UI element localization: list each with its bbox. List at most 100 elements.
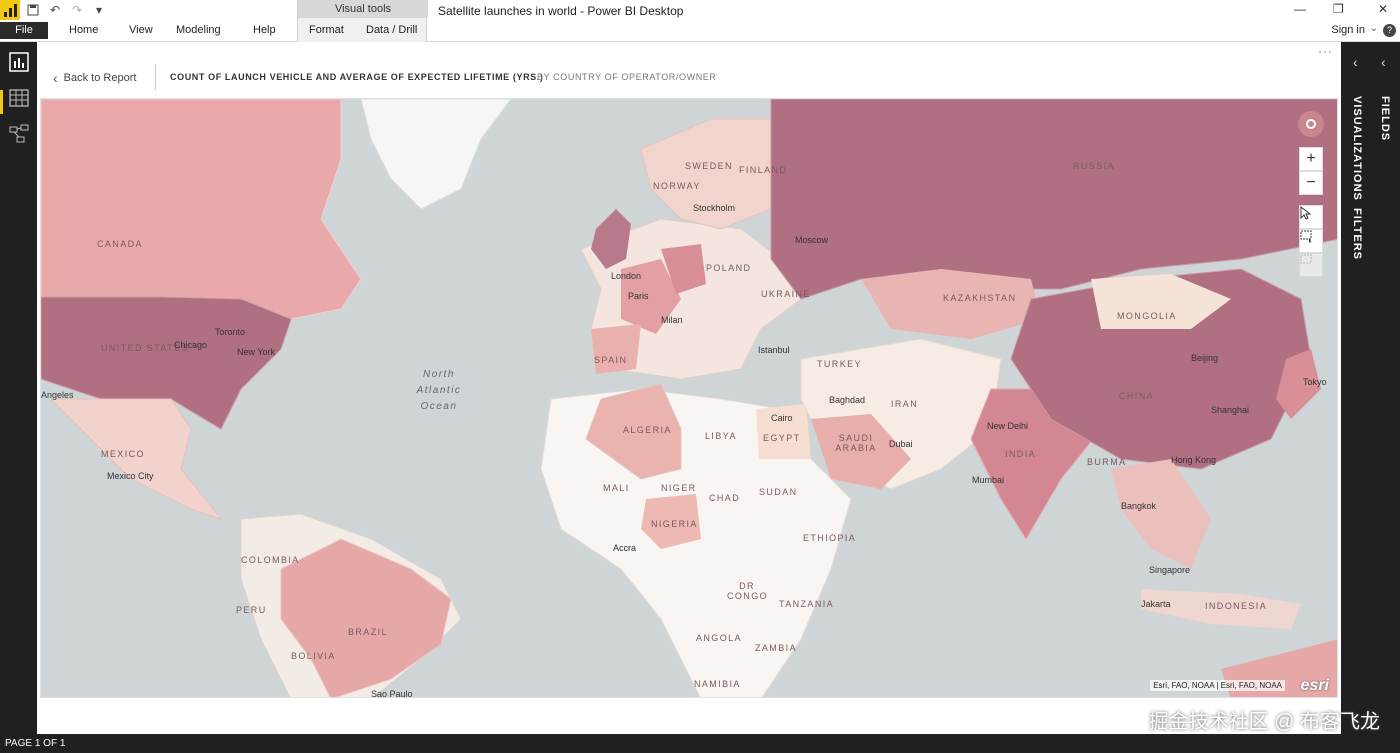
back-to-report-label: Back to Report <box>63 72 137 84</box>
rectangle-select-icon[interactable] <box>1299 229 1323 253</box>
report-view-icon[interactable] <box>9 52 29 72</box>
map-label-brazil: BRAZIL <box>348 627 388 637</box>
header-divider <box>155 64 156 90</box>
map-city-hong-kong: Hong Kong <box>1171 455 1217 465</box>
fields-pane-tab[interactable]: FIELDS <box>1379 96 1391 141</box>
tab-file[interactable]: File <box>0 22 48 39</box>
map-label-niger: NIGER <box>661 483 697 493</box>
save-icon[interactable] <box>24 1 42 19</box>
esri-logo: esri <box>1300 677 1329 694</box>
map-label-spain: SPAIN <box>594 355 628 365</box>
visualizations-pane-tab[interactable]: VISUALIZATIONS <box>1351 96 1363 201</box>
map-attribution: Esri, FAO, NOAA | Esri, FAO, NOAA <box>1150 680 1285 691</box>
undo-icon[interactable]: ↶ <box>46 1 64 19</box>
map-city-london: London <box>611 271 642 281</box>
locate-icon[interactable] <box>1298 111 1324 137</box>
map-label-poland: POLAND <box>706 263 752 273</box>
map-city-moscow: Moscow <box>795 235 829 245</box>
map-city-accra: Accra <box>613 543 637 553</box>
restore-button[interactable]: ❐ <box>1333 2 1344 16</box>
map-label-chad: CHAD <box>709 493 741 503</box>
tab-format[interactable]: Format <box>309 24 344 36</box>
map-label-india: INDIA <box>1005 449 1037 459</box>
customize-toolbar-icon[interactable]: ▾ <box>90 1 108 19</box>
map-label-nigeria: NIGERIA <box>651 519 698 529</box>
expand-fields-icon[interactable]: ‹ <box>1381 54 1386 70</box>
map-label-kazakhstan: KAZAKHSTAN <box>943 293 1017 303</box>
map-city-milan: Milan <box>661 315 683 325</box>
map-label-burma: BURMA <box>1087 457 1127 467</box>
tab-help[interactable]: Help <box>253 24 276 36</box>
map-city-beijing: Beijing <box>1191 353 1219 363</box>
filled-map-visual[interactable]: CANADA UNITED STATES MEXICO COLOMBIA PER… <box>40 98 1338 698</box>
map-label-colombia: COLOMBIA <box>241 555 300 565</box>
map-city-baghdad: Baghdad <box>829 395 866 405</box>
map-city-istanbul: Istanbul <box>758 345 790 355</box>
filters-pane-tab[interactable]: FILTERS <box>1351 208 1363 260</box>
status-bar: PAGE 1 OF 1 <box>0 734 1400 753</box>
map-city-bangkok: Bangkok <box>1121 501 1157 511</box>
map-label-peru: PERU <box>236 605 267 615</box>
tab-home[interactable]: Home <box>69 24 98 36</box>
chevron-down-icon[interactable]: ⌄ <box>1370 23 1378 34</box>
right-panes: ‹ ‹ VISUALIZATIONS FILTERS FIELDS <box>1341 42 1400 734</box>
map-label-mexico: MEXICO <box>101 449 145 459</box>
back-to-report-button[interactable]: ‹ Back to Report <box>53 70 136 86</box>
map-city-paris: Paris <box>628 291 649 301</box>
tab-view[interactable]: View <box>129 24 153 36</box>
expand-visualizations-icon[interactable]: ‹ <box>1353 54 1358 70</box>
map-label-zambia: ZAMBIA <box>755 643 797 653</box>
page-indicator: PAGE 1 OF 1 <box>5 738 66 749</box>
map-city-tokyo: Tokyo <box>1303 377 1327 387</box>
map-city-toronto: Toronto <box>215 327 246 337</box>
tab-modeling[interactable]: Modeling <box>176 24 221 36</box>
map-label-saudi-arabia: SAUDI ARABIA <box>835 433 877 453</box>
zoom-in-button[interactable]: + <box>1299 147 1323 171</box>
map-label-iran: IRAN <box>891 399 919 409</box>
quick-access-toolbar: ↶ ↷ ▾ <box>0 0 108 20</box>
more-options-icon[interactable]: ··· <box>1318 44 1333 58</box>
map-label-china: CHINA <box>1119 391 1155 401</box>
minimize-button[interactable]: — <box>1294 2 1306 16</box>
map-city-singapore: Singapore <box>1149 565 1191 575</box>
map-label-ocean: North Atlantic Ocean <box>416 369 462 412</box>
help-icon[interactable]: ? <box>1383 24 1396 37</box>
map-city-shanghai: Shanghai <box>1211 405 1250 415</box>
window-title: Satellite launches in world - Power BI D… <box>438 4 684 18</box>
map-label-norway: NORWAY <box>653 181 701 191</box>
model-view-icon[interactable] <box>9 124 29 144</box>
left-nav <box>0 42 37 734</box>
map-label-namibia: NAMIBIA <box>694 679 741 689</box>
ribbon: ↶ ↷ ▾ Visual tools Satellite launches in… <box>0 0 1400 42</box>
tab-data-drill[interactable]: Data / Drill <box>366 24 417 36</box>
map-city-jakarta: Jakarta <box>1141 599 1171 609</box>
map-city-mexico-city: Mexico City <box>107 471 154 481</box>
map-label-ethiopia: ETHIOPIA <box>803 533 857 543</box>
pointer-select-icon[interactable] <box>1299 205 1323 229</box>
data-view-icon[interactable] <box>9 88 29 108</box>
map-city-stockholm: Stockholm <box>693 203 736 213</box>
visual-title: COUNT OF LAUNCH VEHICLE AND AVERAGE OF E… <box>170 72 544 82</box>
map-label-mongolia: MONGOLIA <box>1117 311 1177 321</box>
map-label-bolivia: BOLIVIA <box>291 651 336 661</box>
map-label-libya: LIBYA <box>705 431 737 441</box>
map-label-indonesia: INDONESIA <box>1205 601 1268 611</box>
map-city-angeles: Angeles <box>41 390 74 400</box>
chevron-left-icon: ‹ <box>53 70 58 86</box>
map-city-dubai: Dubai <box>889 439 913 449</box>
map-city-chicago: Chicago <box>174 340 208 350</box>
map-label-mali: MALI <box>603 483 630 493</box>
lasso-select-icon[interactable] <box>1299 253 1323 277</box>
map-label-angola: ANGOLA <box>696 633 742 643</box>
map-city-new-delhi: New Delhi <box>987 421 1029 431</box>
watermark: 掘金技术社区 @ 布客飞龙 <box>1148 711 1380 733</box>
sign-in-link[interactable]: Sign in <box>1331 24 1365 36</box>
map-label-turkey: TURKEY <box>817 359 862 369</box>
close-button[interactable]: ✕ <box>1378 2 1388 16</box>
map-label-dr-congo: DR CONGO <box>727 581 769 601</box>
map-city-sao-paulo: Sao Paulo <box>371 689 413 698</box>
redo-icon[interactable]: ↷ <box>68 1 86 19</box>
map-label-ukraine: UKRAINE <box>761 289 811 299</box>
map-label-canada: CANADA <box>97 239 143 249</box>
zoom-out-button[interactable]: − <box>1299 171 1323 195</box>
